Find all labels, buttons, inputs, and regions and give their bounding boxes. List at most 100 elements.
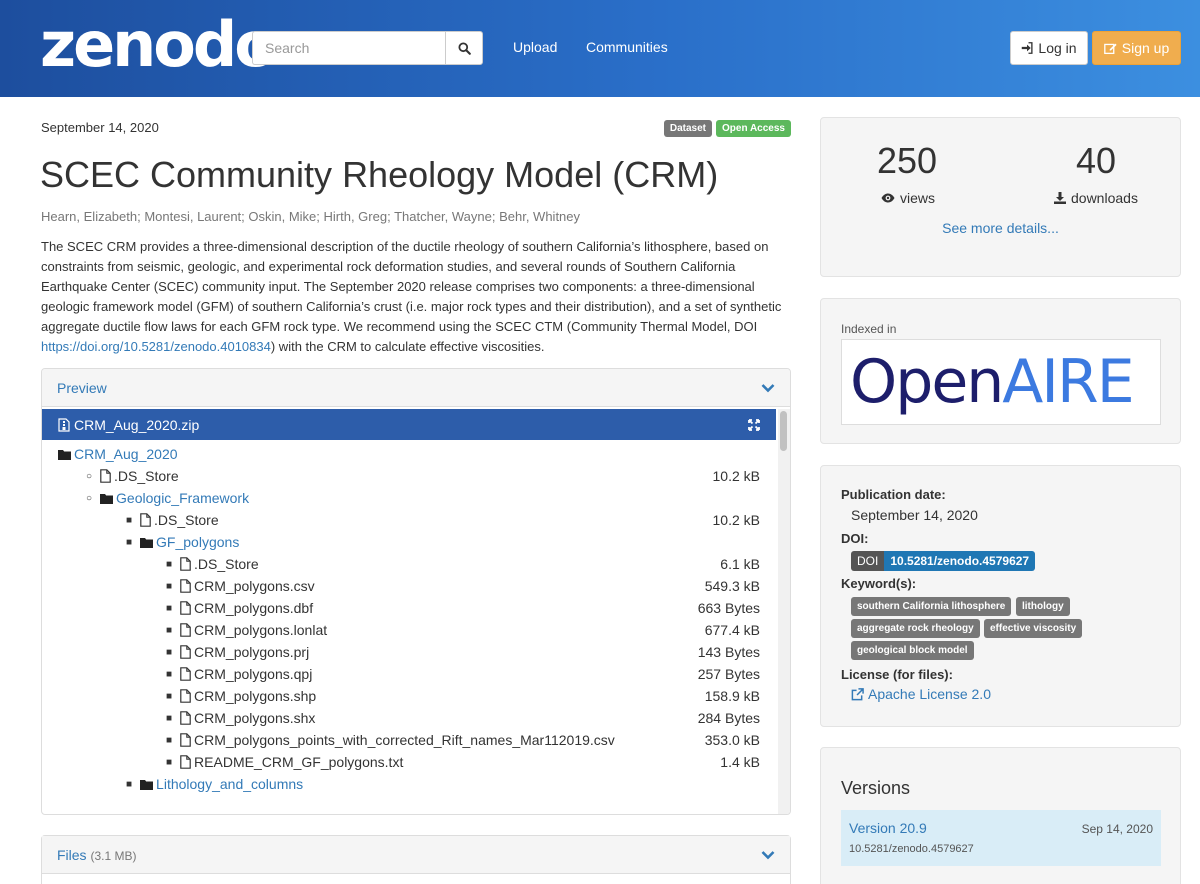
tree-file: ■ CRM_polygons.prj 143 Bytes — [166, 641, 776, 663]
search-input[interactable] — [252, 31, 445, 65]
tree-item-size: 10.2 kB — [712, 512, 760, 528]
folder-icon — [100, 493, 114, 504]
tree-bullet: ■ — [166, 690, 173, 702]
tree-bullet: ■ — [166, 602, 173, 614]
version-item[interactable]: Version 20.9 Sep 14, 2020 10.5281/zenodo… — [841, 810, 1161, 866]
tree-item-size: 1.4 kB — [720, 754, 760, 770]
signup-button[interactable]: Sign up — [1092, 31, 1181, 65]
see-more-details-link[interactable]: See more details... — [821, 220, 1180, 236]
preview-panel-header[interactable]: Preview — [42, 369, 790, 407]
login-button[interactable]: Log in — [1010, 31, 1088, 65]
chevron-down-icon[interactable] — [761, 383, 775, 393]
file-icon — [180, 579, 191, 593]
license-link[interactable]: Apache License 2.0 — [851, 686, 991, 702]
tree-bullet: ■ — [166, 668, 173, 680]
record-title: SCEC Community Rheology Model (CRM) — [40, 154, 719, 195]
tree-item-name[interactable]: CRM_Aug_2020 — [74, 446, 178, 462]
tree-item-size: 10.2 kB — [712, 468, 760, 484]
version-link[interactable]: Version 20.9 — [849, 820, 927, 836]
tree-bullet: ■ — [166, 558, 173, 570]
license-label: License (for files): — [841, 667, 953, 682]
metadata-box: Publication date: September 14, 2020 DOI… — [820, 465, 1181, 727]
files-heading[interactable]: Files — [57, 847, 87, 863]
file-icon — [180, 689, 191, 703]
keyword-badge: effective viscosity — [984, 619, 1083, 638]
chevron-down-icon[interactable] — [761, 850, 775, 860]
tree-item-size: 284 Bytes — [697, 710, 760, 726]
publication-date: September 14, 2020 — [41, 120, 159, 135]
preview-file-name: CRM_Aug_2020.zip — [58, 417, 199, 433]
tree-file: ■ README_CRM_GF_polygons.txt 1.4 kB — [166, 751, 776, 773]
tree-file: ■ CRM_polygons.lonlat 677.4 kB — [166, 619, 776, 641]
keyword-badge: lithology — [1016, 597, 1070, 616]
tree-item-name[interactable]: GF_polygons — [156, 534, 239, 550]
file-icon — [180, 733, 191, 747]
doi-badge[interactable]: DOI 10.5281/zenodo.4579627 — [851, 551, 1036, 571]
expand-icon[interactable] — [748, 418, 760, 431]
version-doi: 10.5281/zenodo.4579627 — [849, 843, 974, 855]
keywords-label: Keyword(s): — [841, 576, 917, 591]
preview-heading[interactable]: Preview — [57, 380, 107, 396]
nav-upload-link[interactable]: Upload — [513, 39, 557, 55]
indexed-in-box: Indexed in OpenAIRE — [820, 298, 1181, 444]
folder-icon — [140, 779, 154, 790]
login-label: Log in — [1038, 40, 1077, 56]
tree-item-name: CRM_polygons.shx — [194, 710, 316, 726]
openaire-logo-open: Open — [850, 347, 1004, 417]
file-icon — [180, 711, 191, 725]
tree-item-name: README_CRM_GF_polygons.txt — [194, 754, 404, 770]
top-navbar: zenodo Upload Communities Log in Sign up — [0, 0, 1200, 97]
file-icon — [180, 755, 191, 769]
preview-file-bar: CRM_Aug_2020.zip — [42, 409, 776, 440]
tree-item-size: 158.9 kB — [704, 688, 760, 704]
tree-item-name[interactable]: Lithology_and_columns — [156, 776, 303, 792]
download-icon — [1054, 192, 1066, 204]
publication-date-value: September 14, 2020 — [851, 507, 978, 523]
scrollbar-thumb[interactable] — [780, 411, 787, 451]
record-badges: Dataset Open Access — [663, 120, 791, 137]
tree-folder[interactable]: ■ GF_polygons — [126, 531, 776, 553]
edit-icon — [1103, 43, 1117, 54]
tree-item-size: 6.1 kB — [720, 556, 760, 572]
tree-item-size: 353.0 kB — [704, 732, 760, 748]
zenodo-logo[interactable]: zenodo — [40, 10, 277, 80]
tree-item-name: CRM_polygons.qpj — [194, 666, 313, 682]
files-total-size: (3.1 MB) — [90, 848, 137, 863]
tree-file: ■ CRM_polygons.qpj 257 Bytes — [166, 663, 776, 685]
tree-folder[interactable]: ■ Lithology_and_columns — [126, 773, 776, 795]
tree-file: ■ CRM_polygons.csv 549.3 kB — [166, 575, 776, 597]
tree-bullet: ○ — [86, 492, 93, 504]
doi-badge-value: 10.5281/zenodo.4579627 — [884, 551, 1036, 571]
tree-item-name: .DS_Store — [114, 468, 179, 484]
file-icon — [180, 557, 191, 571]
file-icon — [140, 513, 151, 527]
description-text-end: ) with the CRM to calculate effective vi… — [270, 339, 545, 354]
preview-scrollbar[interactable] — [778, 409, 790, 814]
tree-folder[interactable]: ○ Geologic_Framework — [86, 487, 776, 509]
indexed-in-label: Indexed in — [841, 322, 897, 336]
access-badge: Open Access — [716, 120, 791, 137]
tree-file: ■ .DS_Store 6.1 kB — [166, 553, 776, 575]
search-button[interactable] — [445, 31, 483, 65]
files-panel-header[interactable]: Files (3.1 MB) — [42, 836, 790, 874]
tree-item-name: .DS_Store — [194, 556, 259, 572]
tree-item-name: .DS_Store — [154, 512, 219, 528]
nav-communities-link[interactable]: Communities — [586, 39, 668, 55]
file-icon — [180, 601, 191, 615]
tree-item-name[interactable]: Geologic_Framework — [116, 490, 249, 506]
eye-icon — [881, 193, 895, 203]
views-text: views — [900, 190, 936, 206]
tree-item-size: 549.3 kB — [704, 578, 760, 594]
tree-item-name: CRM_polygons.csv — [194, 578, 315, 594]
tree-bullet: ■ — [166, 580, 173, 592]
tree-bullet: ○ — [86, 470, 93, 482]
tree-folder[interactable]: CRM_Aug_2020 — [58, 443, 776, 465]
openaire-logo[interactable]: OpenAIRE — [841, 339, 1161, 425]
tree-bullet: ■ — [166, 734, 173, 746]
tree-file: ■ CRM_polygons_points_with_corrected_Rift… — [166, 729, 776, 751]
tree-bullet: ■ — [126, 536, 133, 548]
description-doi-link[interactable]: https://doi.org/10.5281/zenodo.4010834 — [41, 339, 271, 354]
tree-file: ■ .DS_Store 10.2 kB — [126, 509, 776, 531]
version-date: Sep 14, 2020 — [1081, 822, 1153, 836]
external-link-icon — [851, 687, 864, 700]
